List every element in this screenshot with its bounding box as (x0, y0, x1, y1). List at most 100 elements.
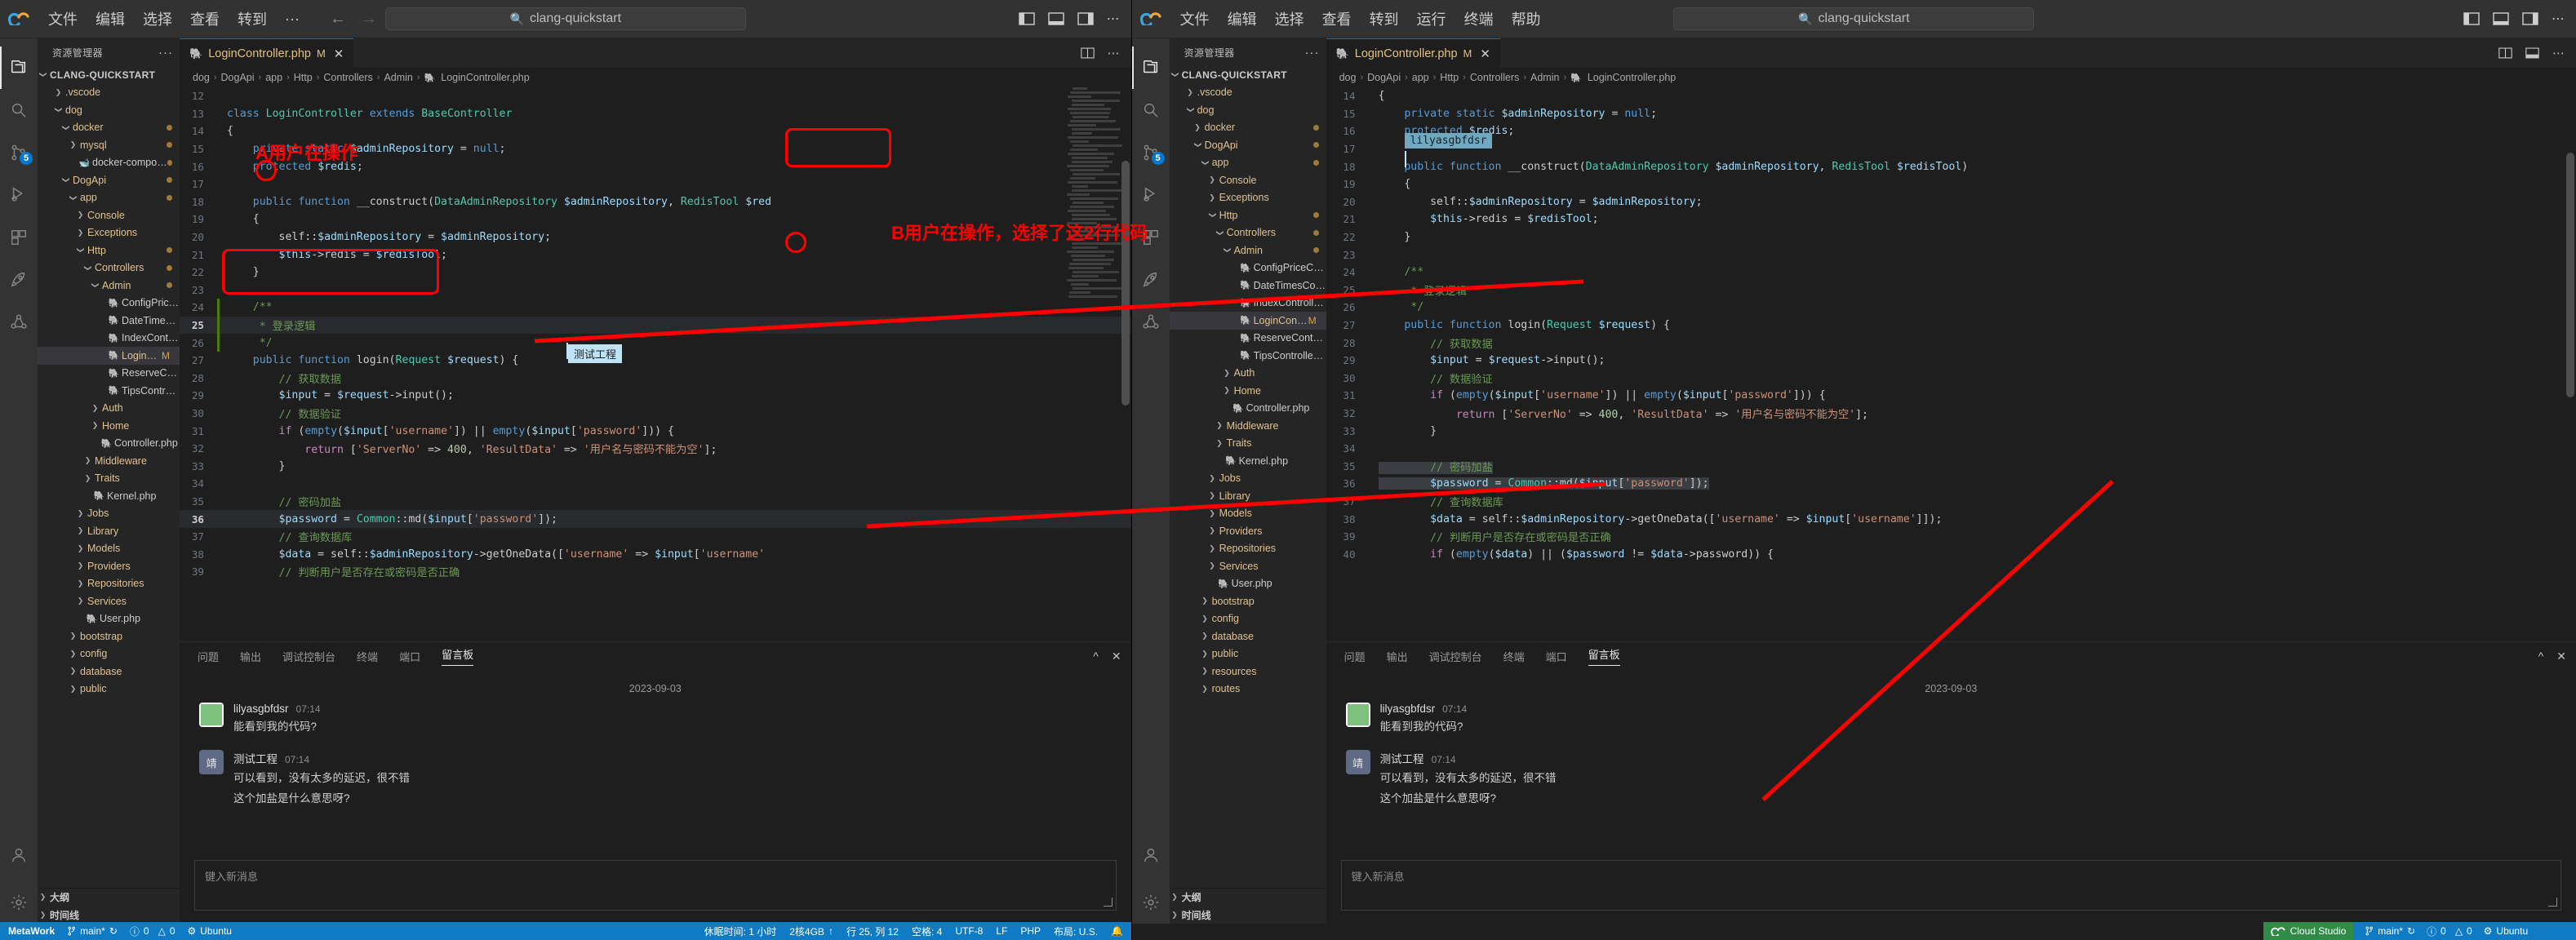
tree-item-controllers[interactable]: ❯Controllers (38, 259, 180, 277)
chevron-right-icon[interactable]: ❯ (1200, 650, 1210, 658)
tree-item-bootstrap[interactable]: ❯bootstrap (1170, 592, 1326, 610)
statusbar-problems[interactable]: ⓘ0 △0 (2427, 924, 2472, 938)
panel-tab-问题[interactable]: 问题 (198, 649, 219, 664)
breadcrumb-segment[interactable]: app (1412, 72, 1429, 83)
close-icon[interactable]: ✕ (334, 47, 344, 61)
tree-item-resources[interactable]: ❯resources (1170, 663, 1326, 681)
chevron-right-icon[interactable]: ❯ (1215, 439, 1225, 448)
sync-icon[interactable]: ↻ (2407, 925, 2415, 937)
chevron-right-icon[interactable]: ❯ (90, 421, 100, 430)
statusbar-cursor-position[interactable]: 行 25, 列 12 (846, 924, 899, 938)
split-editor-icon[interactable] (1081, 47, 1095, 59)
statusbar-eol[interactable]: LF (996, 925, 1007, 937)
tab-logincontroller[interactable]: 🐘 LoginController.php M ✕ (180, 38, 353, 68)
tree-item-home[interactable]: ❯Home (1170, 382, 1326, 400)
tree-item-configpricecontroller-php[interactable]: 🐘ConfigPriceController.php (38, 295, 180, 313)
code-line[interactable]: 19 { (1326, 175, 2576, 193)
toggle-primary-sidebar-icon[interactable] (1019, 11, 1035, 26)
code-line[interactable]: 33 } (180, 457, 1131, 475)
code-line[interactable]: 33 } (1326, 422, 2576, 440)
breadcrumb-segment[interactable]: Admin (1530, 72, 1559, 83)
tree-item-app[interactable]: ❯app (38, 189, 180, 207)
code-line[interactable]: 24 /** (180, 299, 1131, 317)
code-line[interactable]: 40 if (empty($data) || ($password != $da… (1326, 545, 2576, 563)
toggle-secondary-sidebar-icon[interactable] (2522, 11, 2538, 26)
tree-item-docker-compose-yml[interactable]: 🐋docker-compose.yml (38, 154, 180, 172)
tree-item-repositories[interactable]: ❯Repositories (38, 575, 180, 593)
tree-item-auth[interactable]: ❯Auth (1170, 365, 1326, 383)
editor-more-icon[interactable]: ⋯ (1108, 46, 1120, 60)
statusbar-problems[interactable]: ⓘ0 △0 (130, 924, 175, 938)
code-line[interactable]: 25 * 登录逻辑 (1326, 282, 2576, 299)
resize-handle[interactable] (2548, 898, 2557, 907)
code-line[interactable]: 25 * 登录逻辑 (180, 317, 1131, 335)
code-line[interactable]: 29 $input = $request->input(); (180, 387, 1131, 405)
activity-run-debug-icon[interactable] (1132, 174, 1170, 216)
activity-account-icon[interactable] (0, 834, 38, 881)
panel-tab-调试控制台[interactable]: 调试控制台 (282, 649, 335, 664)
editor-scrollbar-right[interactable] (2565, 87, 2576, 641)
code-line[interactable]: 39 // 判断用户是否存在或密码是否正确 (1326, 528, 2576, 546)
menu-item-help[interactable]: 帮助 (1503, 5, 1550, 33)
chevron-right-icon[interactable]: ❯ (1207, 526, 1218, 535)
editor-more-icon[interactable]: ⋯ (2552, 46, 2565, 60)
code-line[interactable]: 16 protected $redis; (1326, 122, 2576, 140)
chevron-right-icon[interactable]: ❯ (90, 404, 100, 413)
file-tree-right[interactable]: ❯CLANG-QUICKSTART❯.vscode❯dog❯docker❯Dog… (1170, 66, 1326, 888)
menu-item-goto[interactable]: 转到 (1361, 5, 1408, 33)
tree-item-traits[interactable]: ❯Traits (38, 470, 180, 488)
code-line[interactable]: 17 (180, 175, 1131, 193)
tree-item-database[interactable]: ❯database (1170, 627, 1326, 645)
code-line[interactable]: 23 (1326, 246, 2576, 264)
tree-item-kernel-php[interactable]: 🐘Kernel.php (38, 487, 180, 505)
explorer-more-icon[interactable]: ··· (1305, 46, 1320, 60)
menu-overflow-icon[interactable]: ··· (276, 7, 309, 31)
activity-explorer-icon[interactable] (0, 47, 38, 89)
chat-input[interactable]: 键入新消息 (1352, 868, 1405, 884)
tree-item-public[interactable]: ❯public (1170, 645, 1326, 663)
tree-item-indexcontroller-php[interactable]: 🐘IndexController.php (38, 330, 180, 348)
activity-run-debug-icon[interactable] (0, 174, 38, 216)
tree-item-console[interactable]: ❯Console (1170, 171, 1326, 189)
statusbar-resources[interactable]: 2核4GB↑ (789, 924, 833, 938)
activity-source-control-icon[interactable]: 5 (0, 131, 38, 174)
toggle-primary-sidebar-icon[interactable] (2463, 11, 2480, 26)
tree-item-configpricecontroller-php[interactable]: 🐘ConfigPriceController.php (1170, 259, 1326, 277)
statusbar-left[interactable]: MetaWork main* ↻ ⓘ0 △0 ⚙Ubuntu 休眠时间: 1 小… (0, 922, 1131, 940)
tree-item-dogapi[interactable]: ❯DogApi (1170, 136, 1326, 154)
code-area-right[interactable]: 14{15 private static $adminRepository = … (1326, 87, 2576, 641)
chevron-down-icon[interactable]: ❯ (1215, 228, 1224, 238)
chevron-down-icon[interactable]: ❯ (1193, 140, 1202, 150)
editor-tab-actions-left[interactable]: ⋯ (353, 38, 1130, 68)
code-line[interactable]: 15 private static $adminRepository = nul… (180, 140, 1131, 158)
tree-item-user-php[interactable]: 🐘User.php (1170, 575, 1326, 593)
tree-item-mysql[interactable]: ❯mysql (38, 136, 180, 154)
chevron-right-icon[interactable]: ❯ (1207, 474, 1218, 483)
tree-item-library[interactable]: ❯Library (1170, 487, 1326, 505)
tree-item-services[interactable]: ❯Services (38, 592, 180, 610)
split-editor-icon[interactable] (2498, 47, 2512, 59)
chat-composer-left[interactable]: 键入新消息 (194, 860, 1117, 911)
activity-collab-icon[interactable] (1132, 301, 1170, 344)
activity-deploy-icon[interactable] (1132, 259, 1170, 301)
tree-item--vscode[interactable]: ❯.vscode (1170, 84, 1326, 102)
chevron-right-icon[interactable]: ❯ (75, 561, 86, 570)
code-line[interactable]: 27 public function login(Request $reques… (180, 352, 1131, 370)
tree-item-admin[interactable]: ❯Admin (38, 277, 180, 295)
panel-tab-留言板[interactable]: 留言板 (442, 646, 473, 666)
chevron-down-icon[interactable]: ❯ (91, 280, 100, 290)
tree-item-user-php[interactable]: 🐘User.php (38, 610, 180, 628)
activity-search-icon[interactable] (0, 89, 38, 131)
breadcrumb-segment[interactable]: Http (294, 72, 313, 83)
panel-tab-留言板[interactable]: 留言板 (1588, 646, 1620, 666)
tree-item-exceptions[interactable]: ❯Exceptions (38, 224, 180, 242)
activity-bar-right[interactable]: 5 (1132, 38, 1170, 924)
tree-item-models[interactable]: ❯Models (38, 540, 180, 558)
menu-item-run[interactable]: 运行 (1408, 5, 1455, 33)
tree-item-tipscontroller-php[interactable]: 🐘TipsController.php (1170, 347, 1326, 365)
chevron-right-icon[interactable]: ❯ (1200, 685, 1210, 694)
breadcrumb-left[interactable]: dog›DogApi›app›Http›Controllers›Admin›🐘L… (180, 68, 1131, 87)
minimap-left[interactable] (1066, 87, 1118, 641)
arrow-right-icon[interactable]: → (361, 10, 377, 29)
chevron-right-icon[interactable]: ❯ (1200, 632, 1210, 641)
